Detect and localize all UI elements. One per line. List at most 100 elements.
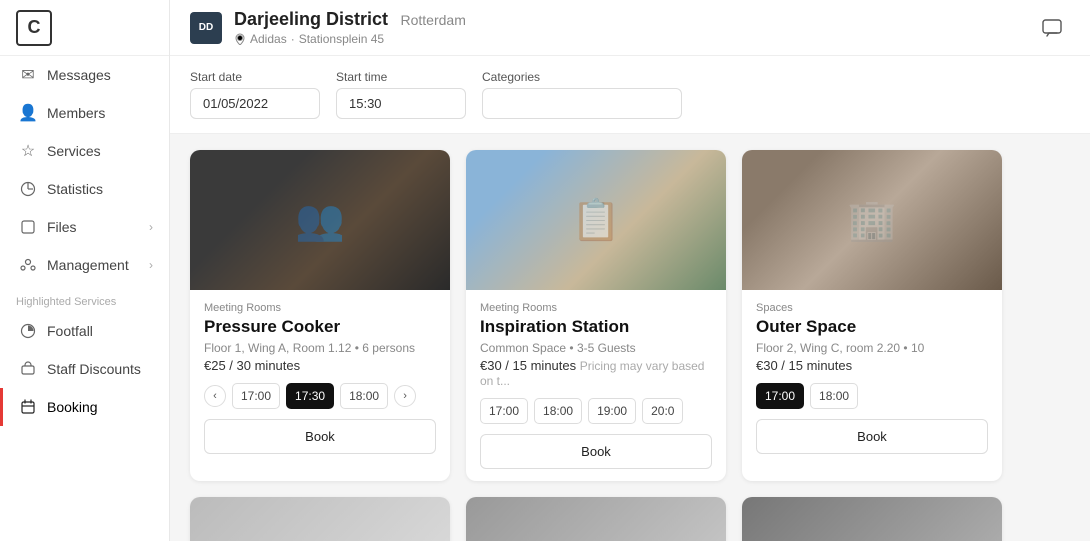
categories-label: Categories	[482, 70, 682, 84]
sidebar-item-label: Messages	[47, 67, 111, 83]
booking-icon	[19, 398, 37, 416]
files-chevron-icon: ›	[149, 220, 153, 234]
sidebar-item-footfall[interactable]: Footfall	[0, 312, 169, 350]
start-date-label: Start date	[190, 70, 320, 84]
statistics-icon	[19, 180, 37, 198]
sidebar-item-label: Management	[47, 257, 129, 273]
cards-area: Meeting Rooms Pressure Cooker Floor 1, W…	[170, 134, 1090, 541]
time-slot[interactable]: 17:00	[232, 383, 280, 409]
sidebar-item-messages[interactable]: ✉ Messages	[0, 56, 169, 94]
header-subtitle: Adidas · Stationsplein 45	[234, 32, 1034, 46]
time-slots-inspiration-station: 17:00 18:00 19:00 20:0	[480, 398, 712, 424]
card-image-placeholder	[466, 497, 726, 541]
header-title-group: Darjeeling District Rotterdam Adidas · S…	[234, 9, 1034, 46]
categories-input[interactable]	[482, 88, 682, 119]
sidebar-item-label: Files	[47, 219, 77, 235]
card-price: €25 / 30 minutes	[204, 358, 436, 373]
sidebar-item-staff-discounts[interactable]: Staff Discounts	[0, 350, 169, 388]
sidebar-item-label: Members	[47, 105, 105, 121]
card-image-placeholder	[190, 497, 450, 541]
book-button-outer-space[interactable]: Book	[756, 419, 988, 454]
service-card-inspiration-station: Meeting Rooms Inspiration Station Common…	[466, 150, 726, 481]
slot-next-arrow[interactable]: ›	[394, 385, 416, 407]
venue-name: Darjeeling District	[234, 9, 388, 29]
sidebar-item-booking[interactable]: Booking	[0, 388, 169, 426]
card-title: Pressure Cooker	[204, 317, 436, 337]
management-chevron-icon: ›	[149, 258, 153, 272]
sidebar-item-label: Booking	[47, 399, 98, 415]
card-price: €30 / 15 minutes Pricing may vary based …	[480, 358, 712, 388]
management-icon	[19, 256, 37, 274]
time-slot[interactable]: 19:00	[588, 398, 636, 424]
card-body-outer-space: Spaces Outer Space Floor 2, Wing C, room…	[742, 290, 1002, 466]
sidebar: C ✉ Messages 👤 Members ☆ Services Statis…	[0, 0, 170, 541]
time-slot[interactable]: 18:00	[534, 398, 582, 424]
card-body-pressure-cooker: Meeting Rooms Pressure Cooker Floor 1, W…	[190, 290, 450, 466]
card-category: Meeting Rooms	[204, 302, 436, 314]
venue-brand: Adidas	[250, 32, 287, 46]
book-button-inspiration-station[interactable]: Book	[480, 434, 712, 469]
service-card-placeholder-1	[190, 497, 450, 541]
sidebar-item-label: Services	[47, 143, 101, 159]
sidebar-item-files[interactable]: Files ›	[0, 208, 169, 246]
time-slots-outer-space: 17:00 18:00	[756, 383, 988, 409]
app-logo: C	[16, 10, 52, 46]
time-slots-pressure-cooker: ‹ 17:00 17:30 18:00 ›	[204, 383, 436, 409]
sidebar-item-label: Staff Discounts	[47, 361, 141, 377]
cards-row-1: Meeting Rooms Pressure Cooker Floor 1, W…	[190, 150, 1070, 481]
header-separator: ·	[291, 32, 295, 46]
filter-bar: Start date Start time Categories	[170, 56, 1090, 134]
sidebar-logo: C	[0, 0, 169, 56]
service-card-outer-space: Spaces Outer Space Floor 2, Wing C, room…	[742, 150, 1002, 481]
time-slot[interactable]: 18:00	[810, 383, 858, 409]
start-time-input[interactable]	[336, 88, 466, 119]
service-card-pressure-cooker: Meeting Rooms Pressure Cooker Floor 1, W…	[190, 150, 450, 481]
members-icon: 👤	[19, 104, 37, 122]
card-title: Outer Space	[756, 317, 988, 337]
cards-row-2	[190, 497, 1070, 541]
location-icon	[234, 33, 246, 45]
card-category: Spaces	[756, 302, 988, 314]
card-price: €30 / 15 minutes	[756, 358, 988, 373]
header-top-line: Darjeeling District Rotterdam	[234, 9, 1034, 30]
sidebar-item-members[interactable]: 👤 Members	[0, 94, 169, 132]
header-brand-logo: DD	[190, 12, 222, 44]
chat-icon	[1041, 17, 1063, 39]
book-button-pressure-cooker[interactable]: Book	[204, 419, 436, 454]
card-image-placeholder	[742, 497, 1002, 541]
card-title: Inspiration Station	[480, 317, 712, 337]
card-location: Floor 2, Wing C, room 2.20 • 10	[756, 341, 988, 355]
card-image-outer-space	[742, 150, 1002, 290]
venue-address: Stationsplein 45	[299, 32, 384, 46]
services-icon: ☆	[19, 142, 37, 160]
start-time-label: Start time	[336, 70, 466, 84]
slot-prev-arrow[interactable]: ‹	[204, 385, 226, 407]
start-time-group: Start time	[336, 70, 466, 119]
venue-city: Rotterdam	[401, 12, 466, 28]
service-card-placeholder-3	[742, 497, 1002, 541]
card-body-inspiration-station: Meeting Rooms Inspiration Station Common…	[466, 290, 726, 481]
time-slot-active[interactable]: 17:30	[286, 383, 334, 409]
card-location: Common Space • 3-5 Guests	[480, 341, 712, 355]
time-slot[interactable]: 18:00	[340, 383, 388, 409]
header: DD Darjeeling District Rotterdam Adidas …	[170, 0, 1090, 56]
card-image-pressure-cooker	[190, 150, 450, 290]
start-date-input[interactable]	[190, 88, 320, 119]
main-content: DD Darjeeling District Rotterdam Adidas …	[170, 0, 1090, 541]
staff-discounts-icon	[19, 360, 37, 378]
sidebar-item-services[interactable]: ☆ Services	[0, 132, 169, 170]
time-slot[interactable]: 17:00	[480, 398, 528, 424]
time-slot-active[interactable]: 17:00	[756, 383, 804, 409]
sidebar-item-management[interactable]: Management ›	[0, 246, 169, 284]
sidebar-item-statistics[interactable]: Statistics	[0, 170, 169, 208]
time-slot[interactable]: 20:0	[642, 398, 683, 424]
card-image-inspiration-station	[466, 150, 726, 290]
files-icon	[19, 218, 37, 236]
sidebar-item-label: Footfall	[47, 323, 93, 339]
card-location: Floor 1, Wing A, Room 1.12 • 6 persons	[204, 341, 436, 355]
start-date-group: Start date	[190, 70, 320, 119]
footfall-icon	[19, 322, 37, 340]
chat-button[interactable]	[1034, 10, 1070, 46]
highlighted-services-label: Highlighted Services	[0, 284, 169, 312]
card-category: Meeting Rooms	[480, 302, 712, 314]
